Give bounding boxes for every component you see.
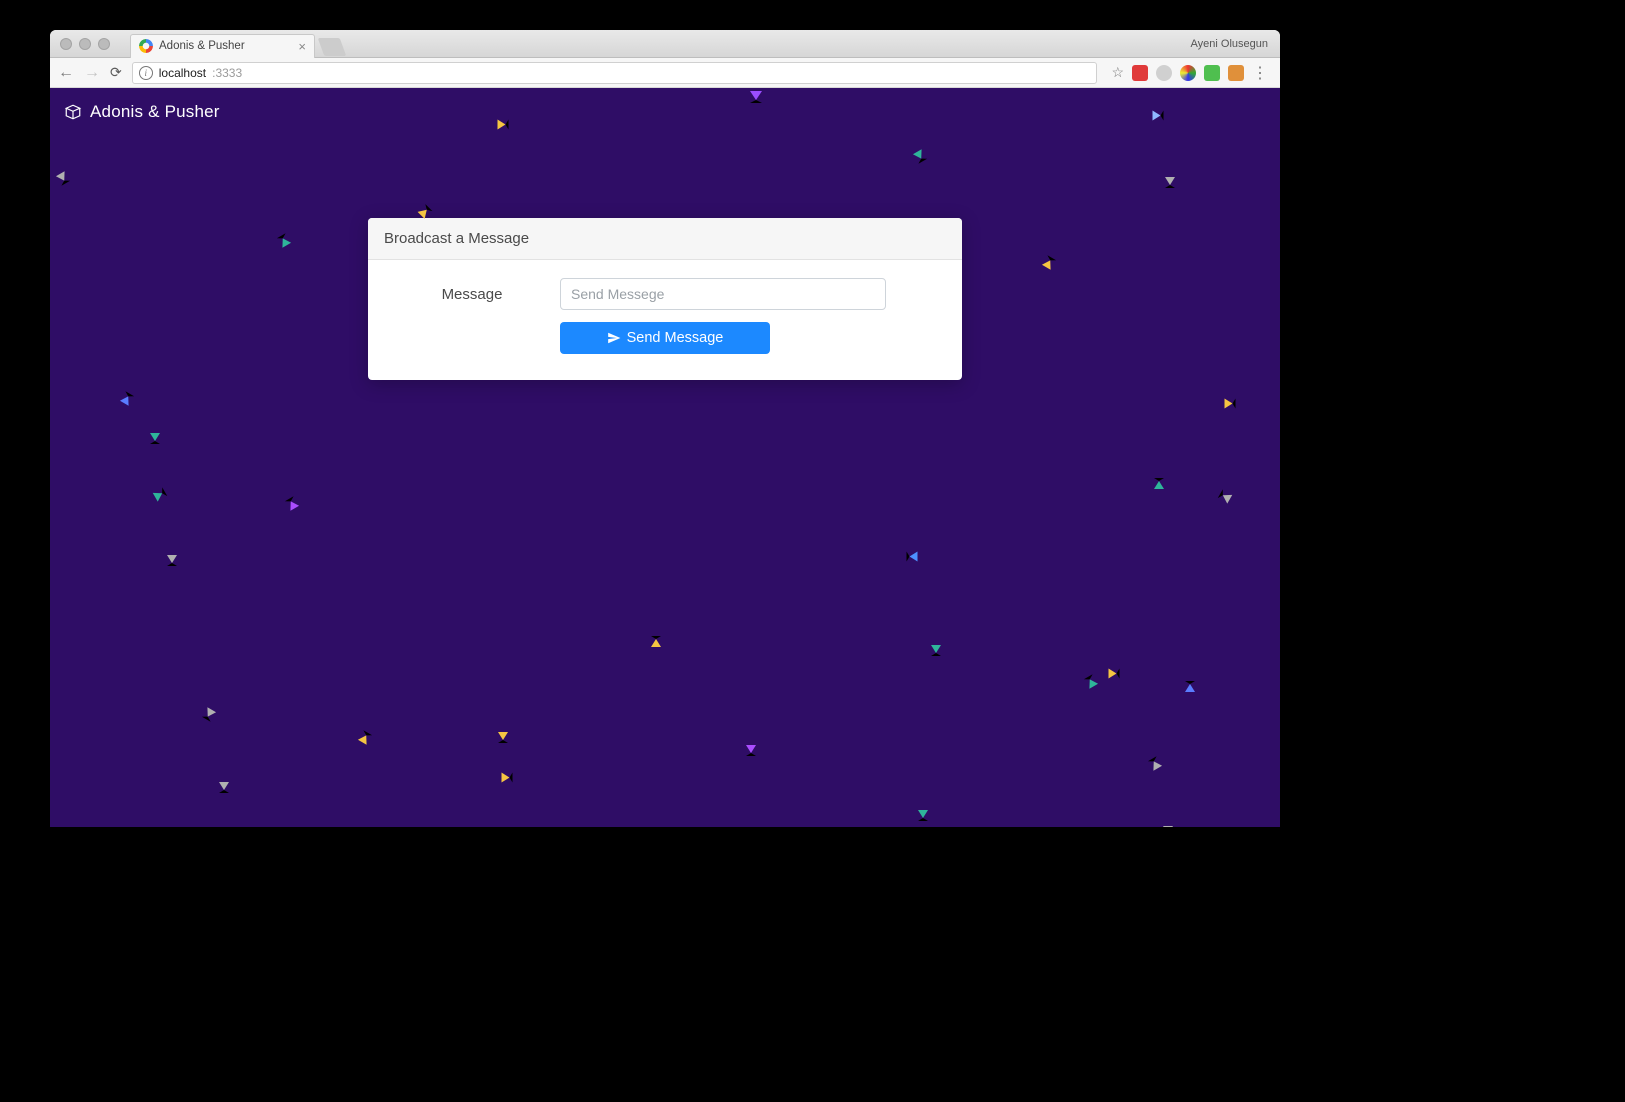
broadcast-card: Broadcast a Message Message Send Message [368,218,962,380]
extension-icon[interactable] [1156,65,1172,81]
message-label: Message [384,286,560,303]
decorative-triangle [1084,674,1098,689]
url-port: :3333 [212,66,242,80]
decorative-triangle [907,552,918,562]
decorative-triangle [918,810,928,821]
decorative-triangle [1153,111,1164,121]
extension-icons: ☆ ⋮ [1107,63,1272,83]
decorative-triangle [1165,177,1175,188]
decorative-triangle [202,707,216,722]
decorative-triangle [56,171,70,186]
decorative-triangle [931,645,941,656]
tab-title: Adonis & Pusher [159,40,245,52]
decorative-triangle [498,120,509,130]
decorative-triangle [150,433,160,444]
minimize-window-icon[interactable] [79,38,91,50]
browser-toolbar: ← → ⟳ i localhost :3333 ☆ ⋮ [50,58,1280,88]
tab-close-icon[interactable]: × [298,40,306,53]
decorative-triangle [418,204,433,219]
decorative-triangle [1148,756,1162,771]
send-message-button[interactable]: Send Message [560,322,770,354]
decorative-triangle [1042,255,1056,270]
close-window-icon[interactable] [60,38,72,50]
extension-icon[interactable] [1228,65,1244,81]
extension-icon[interactable] [1204,65,1220,81]
browser-tab-strip: Adonis & Pusher × Ayeni Olusegun [50,30,1280,58]
decorative-triangle [153,487,168,501]
decorative-triangle [120,391,134,406]
page-content: Adonis & Pusher Broadcast a Message Mess… [50,88,1280,827]
bookmark-star-icon[interactable]: ☆ [1111,64,1124,81]
paper-plane-icon [607,331,621,345]
decorative-triangle [1218,489,1233,503]
decorative-triangle [167,555,177,566]
decorative-triangle [750,91,762,103]
url-host: localhost [159,66,206,80]
reload-icon[interactable]: ⟳ [110,64,122,81]
brand: Adonis & Pusher [64,102,220,122]
card-body: Message Send Message [368,260,962,380]
favicon-icon [139,39,153,53]
new-tab-button[interactable] [318,38,347,56]
browser-tab[interactable]: Adonis & Pusher × [130,34,315,58]
window-controls [50,38,120,50]
decorative-triangle [498,732,508,743]
box-icon [64,103,82,121]
brand-text: Adonis & Pusher [90,102,220,122]
decorative-triangle [913,149,927,164]
message-row: Message [384,278,946,310]
decorative-triangle [358,730,372,745]
back-icon[interactable]: ← [58,64,74,82]
forward-icon: → [84,64,100,82]
decorative-triangle [277,233,291,248]
decorative-triangle [1185,681,1195,692]
browser-menu-icon[interactable]: ⋮ [1252,63,1268,83]
decorative-triangle [219,782,229,793]
address-bar[interactable]: i localhost :3333 [132,62,1098,84]
extension-icon[interactable] [1132,65,1148,81]
browser-window: Adonis & Pusher × Ayeni Olusegun ← → ⟳ i… [50,30,1280,827]
card-title: Broadcast a Message [368,218,962,260]
decorative-triangle [1225,399,1236,409]
decorative-triangle [502,773,513,783]
message-input[interactable] [560,278,886,310]
decorative-triangle [1109,669,1120,679]
extension-icon[interactable] [1180,65,1196,81]
decorative-triangle [746,745,756,756]
profile-name[interactable]: Ayeni Olusegun [1191,38,1268,50]
maximize-window-icon[interactable] [98,38,110,50]
decorative-triangle [1154,478,1164,489]
decorative-triangle [285,496,299,511]
decorative-triangle [1163,826,1173,827]
send-button-label: Send Message [627,330,724,346]
site-info-icon[interactable]: i [139,66,153,80]
decorative-triangle [651,636,661,647]
